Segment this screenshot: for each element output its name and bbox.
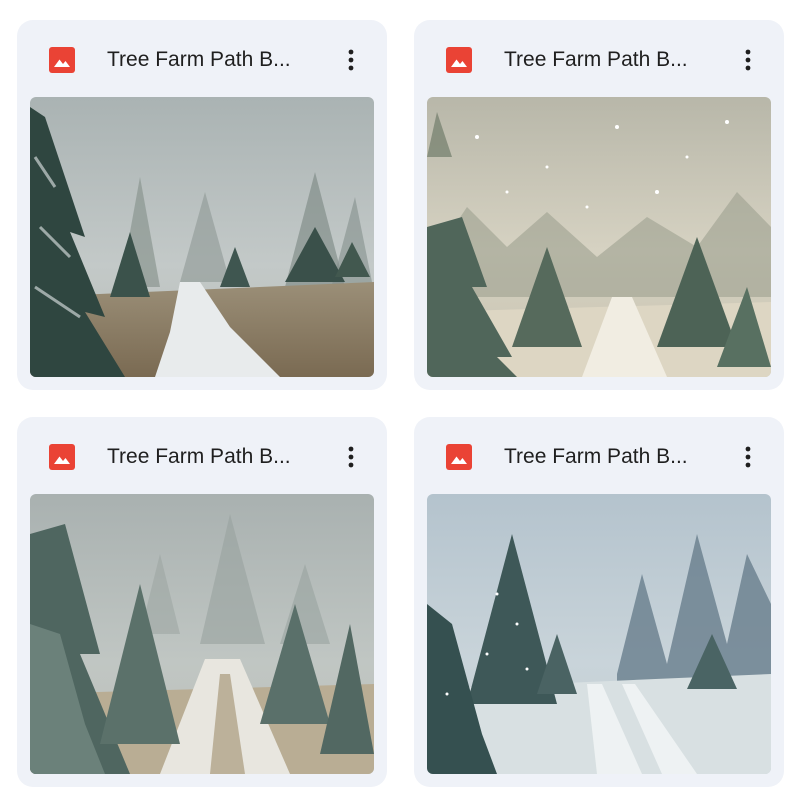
image-file-icon xyxy=(446,47,472,73)
file-card-header: Tree Farm Path B... xyxy=(414,417,784,493)
file-name: Tree Farm Path B... xyxy=(504,48,688,71)
file-thumbnail[interactable] xyxy=(427,97,771,377)
file-card-header: Tree Farm Path B... xyxy=(17,417,387,493)
file-name: Tree Farm Path B... xyxy=(107,445,291,468)
image-file-icon xyxy=(49,444,75,470)
file-grid: Tree Farm Path B... Tree Farm Path B... … xyxy=(17,20,784,787)
file-thumbnail[interactable] xyxy=(427,494,771,774)
more-vert-icon xyxy=(348,49,354,71)
image-file-icon xyxy=(446,444,472,470)
file-card[interactable]: Tree Farm Path B... xyxy=(414,417,784,787)
file-thumbnail[interactable] xyxy=(30,97,374,377)
image-file-icon xyxy=(49,47,75,73)
more-vert-icon xyxy=(348,446,354,468)
more-options-button[interactable] xyxy=(734,44,762,76)
file-card[interactable]: Tree Farm Path B... xyxy=(17,417,387,787)
more-options-button[interactable] xyxy=(337,44,365,76)
more-vert-icon xyxy=(745,49,751,71)
file-card-header: Tree Farm Path B... xyxy=(17,20,387,96)
file-name: Tree Farm Path B... xyxy=(504,445,688,468)
more-options-button[interactable] xyxy=(337,441,365,473)
file-thumbnail[interactable] xyxy=(30,494,374,774)
file-card-header: Tree Farm Path B... xyxy=(414,20,784,96)
more-options-button[interactable] xyxy=(734,441,762,473)
more-vert-icon xyxy=(745,446,751,468)
file-card[interactable]: Tree Farm Path B... xyxy=(17,20,387,390)
file-name: Tree Farm Path B... xyxy=(107,48,291,71)
file-card[interactable]: Tree Farm Path B... xyxy=(414,20,784,390)
